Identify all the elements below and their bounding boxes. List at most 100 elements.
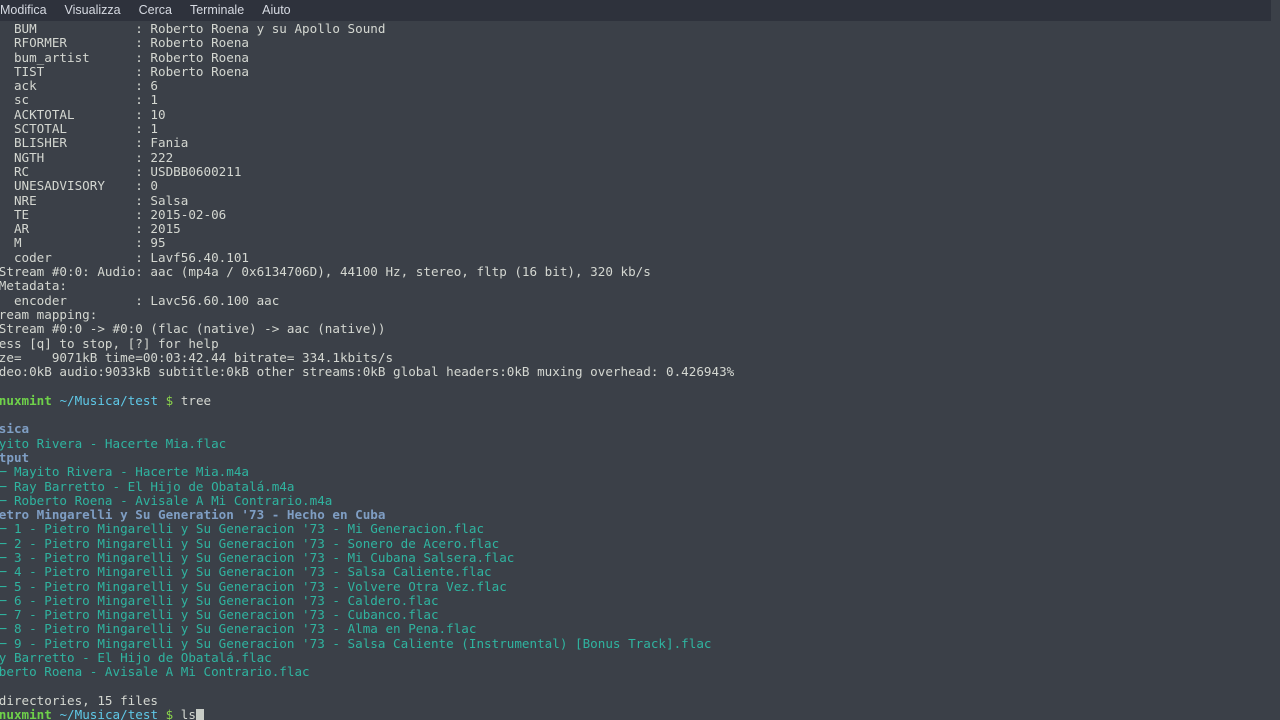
tree-entry: └── 9 - Pietro Mingarelli y Su Generacio… [0,635,1280,651]
metadata-line: M : 95 [0,236,1280,250]
ffmpeg-line: Metadata: [0,279,1280,293]
ffmpeg-line: Stream #0:0: Audio: aac (mp4a / 0x613470… [0,264,1280,280]
prompt-command: ls [173,707,196,720]
tree-entry: ├── Ray Barretto - El Hijo de Obatalá.m4… [0,478,1280,494]
metadata-line: BUM : Roberto Roena y su Apollo Sound [0,21,1280,36]
menu-item-terminale[interactable]: Terminale [181,0,253,21]
tree-entry: Mayito Rivera - Hacerte Mia.flac [0,435,1280,451]
tree-entry-text: ├── 8 - Pietro Mingarelli y Su Generacio… [0,621,477,637]
metadata-text: SCTOTAL : 1 [0,121,158,137]
metadata-text: M : 95 [0,235,166,251]
ffmpeg-line: Press [q] to stop, [?] for help [0,335,1280,351]
ffmpeg-text: Stream #0:0: Audio: aac (mp4a / 0x613470… [0,264,651,280]
metadata-text: bum_artist : Roberto Roena [0,49,249,65]
metadata-line: RC : USDBB0600211 [0,163,1280,179]
ffmpeg-line: encoder : Lavc56.60.100 aac [0,293,1280,308]
metadata-text: NGTH : 222 [0,149,174,165]
tree-entry-text: Ray Barretto - El Hijo de Obatalá.flac [0,650,272,666]
tree-entry: Musica [0,422,1280,436]
tree-entry: output [0,449,1280,465]
metadata-text: ack : 6 [0,78,158,94]
metadata-line: NRE : Salsa [0,193,1280,208]
tree-entry: ├── 5 - Pietro Mingarelli y Su Generacio… [0,578,1280,594]
prompt-line-ls: linuxmint ~/Musica/test $ ls [0,708,1280,720]
metadata-line: AR : 2015 [0,222,1280,236]
tree-entry-text: ├── 4 - Pietro Mingarelli y Su Generacio… [0,564,492,580]
tree-entry: Pietro Mingarelli y Su Generation '73 - … [0,507,1280,523]
metadata-text: RFORMER : Roberto Roena [0,35,249,51]
metadata-text: TIST : Roberto Roena [0,63,249,79]
tree-entry: ├── 1 - Pietro Mingarelli y Su Generacio… [0,522,1280,536]
tree-entry-text: Pietro Mingarelli y Su Generation '73 - … [0,507,386,523]
ffmpeg-text: Stream #0:0 -> #0:0 (flac (native) -> aa… [0,321,386,337]
tree-entry-text: ├── Ray Barretto - El Hijo de Obatalá.m4… [0,478,295,494]
ffmpeg-text: Metadata: [0,278,68,294]
metadata-line: RFORMER : Roberto Roena [0,36,1280,50]
metadata-text: BLISHER : Fania [0,135,189,151]
menu-item-modifica[interactable]: Modifica [0,0,56,21]
prompt-user: linuxmint [0,707,52,720]
tree-entry-text: output [0,449,30,465]
text-cursor [195,708,204,720]
ffmpeg-line: Stream mapping: [0,306,1280,322]
menu-item-cerca[interactable]: Cerca [130,0,181,21]
tree-entry-text: ├── 6 - Pietro Mingarelli y Su Generacio… [0,592,439,608]
tree-entry: ├── 8 - Pietro Mingarelli y Su Generacio… [0,622,1280,636]
tree-entry-text: └── 9 - Pietro Mingarelli y Su Generacio… [0,635,712,651]
tree-entry: └── Roberto Roena - Avisale A Mi Contrar… [0,492,1280,508]
metadata-line: UNESADVISORY : 0 [0,179,1280,193]
metadata-text: TE : 2015-02-06 [0,206,227,222]
ffmpeg-line: Stream #0:0 -> #0:0 (flac (native) -> aa… [0,322,1280,336]
tree-entry-text: ├── 5 - Pietro Mingarelli y Su Generacio… [0,578,507,594]
menu-bar: Modifica Visualizza Cerca Terminale Aiut… [0,0,1271,21]
tree-entry: ├── 6 - Pietro Mingarelli y Su Generacio… [0,592,1280,608]
prompt-line-tree: linuxmint ~/Musica/test $ tree [0,392,1280,408]
prompt-user: linuxmint [0,392,52,408]
ffmpeg-text: video:0kB audio:9033kB subtitle:0kB othe… [0,364,735,380]
metadata-text: ACKTOTAL : 10 [0,106,166,122]
metadata-line: bum_artist : Roberto Roena [0,49,1280,65]
tree-entry: ├── 2 - Pietro Mingarelli y Su Generacio… [0,535,1280,551]
tree-entry: ├── Mayito Rivera - Hacerte Mia.m4a [0,465,1280,479]
prompt-command: tree [173,392,212,408]
tree-entry-text: ├── 7 - Pietro Mingarelli y Su Generacio… [0,607,439,623]
menu-item-visualizza[interactable]: Visualizza [56,0,130,21]
tree-summary-text: 3 directories, 15 files [0,692,158,708]
metadata-text: RC : USDBB0600211 [0,163,242,179]
metadata-line: ACKTOTAL : 10 [0,106,1280,122]
tree-entry-text: Roberto Roena - Avisale A Mi Contrario.f… [0,664,310,680]
tree-entry: ├── 4 - Pietro Mingarelli y Su Generacio… [0,565,1280,579]
metadata-text: sc : 1 [0,92,158,108]
metadata-text: coder : Lavf56.40.101 [0,249,249,265]
metadata-line: ack : 6 [0,79,1280,93]
menu-item-aiuto[interactable]: Aiuto [253,0,300,21]
tree-entry-text: Musica [0,421,30,437]
tree-entry: Roberto Roena - Avisale A Mi Contrario.f… [0,665,1280,679]
tree-entry: Ray Barretto - El Hijo de Obatalá.flac [0,650,1280,666]
metadata-line: BLISHER : Fania [0,136,1280,150]
metadata-line: coder : Lavf56.40.101 [0,249,1280,265]
metadata-line: TIST : Roberto Roena [0,63,1280,79]
metadata-line: TE : 2015-02-06 [0,206,1280,222]
ffmpeg-text: Stream mapping: [0,306,98,322]
terminal-screen[interactable]: BUM : Roberto Roena y su Apollo Sound RF… [0,21,1280,720]
tree-entry: ├── 3 - Pietro Mingarelli y Su Generacio… [0,550,1280,565]
prompt-path: ~/Musica/test [59,707,159,720]
tree-entry-text: ├── 2 - Pietro Mingarelli y Su Generacio… [0,535,500,551]
tree-summary: 3 directories, 15 files [0,692,1280,708]
metadata-line: NGTH : 222 [0,149,1280,165]
ffmpeg-text: Press [q] to stop, [?] for help [0,335,219,351]
tree-entry-text: Mayito Rivera - Hacerte Mia.flac [0,435,227,451]
tree-entry-text: └── Roberto Roena - Avisale A Mi Contrar… [0,492,333,508]
tree-entry-text: ├── Mayito Rivera - Hacerte Mia.m4a [0,464,249,480]
tree-entry: ├── 7 - Pietro Mingarelli y Su Generacio… [0,608,1280,622]
metadata-text: AR : 2015 [0,221,181,237]
ffmpeg-line: video:0kB audio:9033kB subtitle:0kB othe… [0,364,1280,380]
metadata-line: sc : 1 [0,93,1280,107]
metadata-line: SCTOTAL : 1 [0,121,1280,137]
